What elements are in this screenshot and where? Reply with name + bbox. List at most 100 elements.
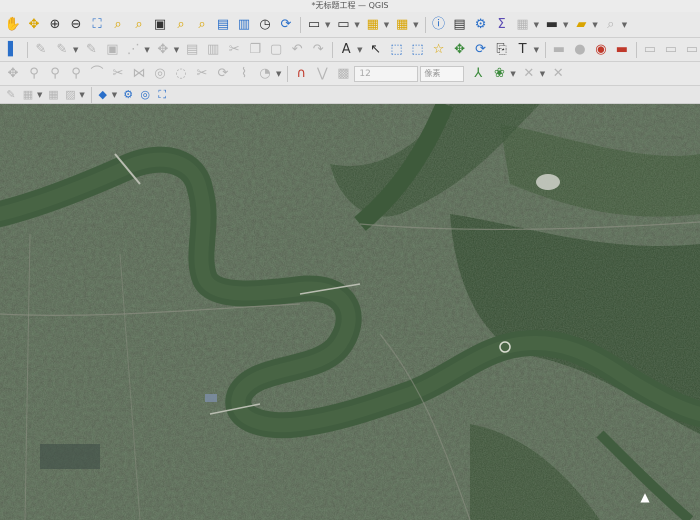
chevron-down-icon[interactable]: ▼ [592, 21, 597, 29]
zoom-native-icon[interactable]: ▣ [150, 15, 170, 35]
map-tips-icon[interactable]: ▰ [571, 15, 591, 35]
snapping-icon[interactable]: ⚲ [24, 64, 44, 84]
merge-icon[interactable]: ⋈ [129, 64, 149, 84]
search-icon[interactable]: ◎ [137, 86, 153, 103]
refresh-icon[interactable]: ⟳ [276, 15, 296, 35]
statistics-icon[interactable]: ▦ [392, 15, 412, 35]
map-canvas[interactable]: ▲ [0, 104, 700, 520]
zoom-next-icon[interactable]: ⌕ [192, 15, 212, 35]
highlight-labels-icon[interactable]: ☆ [429, 40, 449, 60]
panel-toggle-icon[interactable]: ▌ [3, 40, 23, 60]
magnet-icon[interactable]: ∩ [291, 64, 311, 84]
redo-icon[interactable]: ↷ [308, 40, 328, 60]
move-label-icon[interactable]: ✥ [450, 40, 470, 60]
change-label-icon[interactable]: ⎘ [492, 40, 512, 60]
current-edits-icon[interactable]: ✎ [52, 40, 72, 60]
avoid-overlap-icon[interactable]: ❀ [489, 64, 509, 84]
zoom-full-icon[interactable]: ⛶ [87, 15, 107, 35]
fullscreen-icon[interactable]: ⛶ [154, 86, 170, 103]
pan-map-icon[interactable]: ✋ [3, 15, 23, 35]
chevron-down-icon[interactable]: ▼ [174, 46, 179, 54]
snap-type-icon[interactable]: ⋁ [312, 64, 332, 84]
layer-style-icon[interactable]: ✎ [3, 86, 19, 103]
snap-units-select[interactable]: 像素 [420, 65, 465, 82]
layer-tool-3-icon[interactable]: ▭ [682, 40, 700, 60]
show-labels-icon[interactable]: ⬚ [408, 40, 428, 60]
zoom-to-layer-icon[interactable]: ⌕ [129, 15, 149, 35]
tracing-icon[interactable]: ⚲ [45, 64, 65, 84]
cut-icon[interactable]: ✂ [224, 40, 244, 60]
annotation-icon[interactable]: ▬ [542, 15, 562, 35]
rotate-label-icon[interactable]: ⟳ [471, 40, 491, 60]
zoom-last-icon[interactable]: ⌕ [171, 15, 191, 35]
identify-icon[interactable]: ⓘ [429, 15, 449, 35]
simplify-icon[interactable]: ⌇ [234, 64, 254, 84]
reshape-icon[interactable]: ⌒ [87, 64, 107, 84]
chevron-down-icon[interactable]: ▼ [510, 70, 515, 78]
chevron-down-icon[interactable]: ▼ [325, 21, 330, 29]
chevron-down-icon[interactable]: ▼ [79, 91, 84, 99]
plugin-icon[interactable]: ● [570, 40, 590, 60]
open-attribute-table-icon[interactable]: ▦ [363, 15, 383, 35]
chevron-down-icon[interactable]: ▼ [112, 91, 117, 99]
fill-ring-icon[interactable]: ◎ [150, 64, 170, 84]
pan-to-selection-icon[interactable]: ✥ [24, 15, 44, 35]
temporal-controller-icon[interactable]: ◷ [255, 15, 275, 35]
field-calculator-icon[interactable]: ▤ [450, 15, 470, 35]
chevron-down-icon[interactable]: ▼ [384, 21, 389, 29]
zoom-in-icon[interactable]: ⊕ [45, 15, 65, 35]
delete-part-icon[interactable]: ✂ [192, 64, 212, 84]
chevron-down-icon[interactable]: ▼ [144, 46, 149, 54]
chevron-down-icon[interactable]: ▼ [413, 21, 418, 29]
zoom-to-selection-icon[interactable]: ⌕ [108, 15, 128, 35]
measure-icon[interactable]: ▦ [513, 15, 533, 35]
modify-attributes-icon[interactable]: ▤ [182, 40, 202, 60]
new-bookmark-icon[interactable]: ▤ [213, 15, 233, 35]
paste-icon[interactable]: ▢ [266, 40, 286, 60]
sum-icon[interactable]: Σ [492, 15, 512, 35]
intersection-icon[interactable]: ✕ [519, 64, 539, 84]
record-icon[interactable]: ◉ [591, 40, 611, 60]
layer-order-icon[interactable]: ▦ [20, 86, 36, 103]
deselect-icon[interactable]: ▭ [333, 15, 353, 35]
pointer-icon[interactable]: ↖ [366, 40, 386, 60]
vertex-tool-icon[interactable]: ✥ [153, 40, 173, 60]
rotate-icon[interactable]: ⟳ [213, 64, 233, 84]
snap-tolerance-input[interactable] [354, 65, 419, 82]
advanced-digitize-icon[interactable]: ✥ [3, 64, 23, 84]
chevron-down-icon[interactable]: ▼ [276, 70, 281, 78]
toggle-editing-icon[interactable]: ✎ [81, 40, 101, 60]
show-bookmarks-icon[interactable]: ▥ [234, 15, 254, 35]
delete-selected-icon[interactable]: ▥ [203, 40, 223, 60]
chevron-down-icon[interactable]: ▼ [563, 21, 568, 29]
label-toolbar-icon[interactable]: A [336, 40, 356, 60]
topology-icon[interactable]: ⅄ [468, 64, 488, 84]
toolbox-icon[interactable]: ⚙ [471, 15, 491, 35]
chevron-down-icon[interactable]: ▼ [73, 46, 78, 54]
chevron-down-icon[interactable]: ▼ [37, 91, 42, 99]
rotate-feature-icon[interactable]: ◔ [255, 64, 275, 84]
self-snap-icon[interactable]: ✕ [548, 64, 568, 84]
delete-ring-icon[interactable]: ◌ [171, 64, 191, 84]
chevron-down-icon[interactable]: ▼ [357, 46, 362, 54]
copy-icon[interactable]: ❐ [245, 40, 265, 60]
chevron-down-icon[interactable]: ▼ [534, 21, 539, 29]
pin-labels-icon[interactable]: ⬚ [387, 40, 407, 60]
digitize-icon[interactable]: ✎ [31, 40, 51, 60]
save-edits-icon[interactable]: ▣ [102, 40, 122, 60]
settings-gear-icon[interactable]: ⚙ [120, 86, 136, 103]
python-icon[interactable]: ▬ [549, 40, 569, 60]
add-feature-icon[interactable]: ⋰ [123, 40, 143, 60]
offset-icon[interactable]: ⚲ [66, 64, 86, 84]
python-console-icon[interactable]: ◆ [95, 86, 111, 103]
chevron-down-icon[interactable]: ▼ [354, 21, 359, 29]
chevron-down-icon[interactable]: ▼ [534, 46, 539, 54]
zoom-out-icon[interactable]: ⊖ [66, 15, 86, 35]
raster-icon[interactable]: ▨ [62, 86, 78, 103]
grid-icon[interactable]: ▦ [45, 86, 61, 103]
split-icon[interactable]: ✂ [108, 64, 128, 84]
layer-tool-1-icon[interactable]: ▭ [640, 40, 660, 60]
chevron-down-icon[interactable]: ▼ [622, 21, 627, 29]
chevron-down-icon[interactable]: ▼ [540, 70, 545, 78]
text-annotation-icon[interactable]: T [513, 40, 533, 60]
